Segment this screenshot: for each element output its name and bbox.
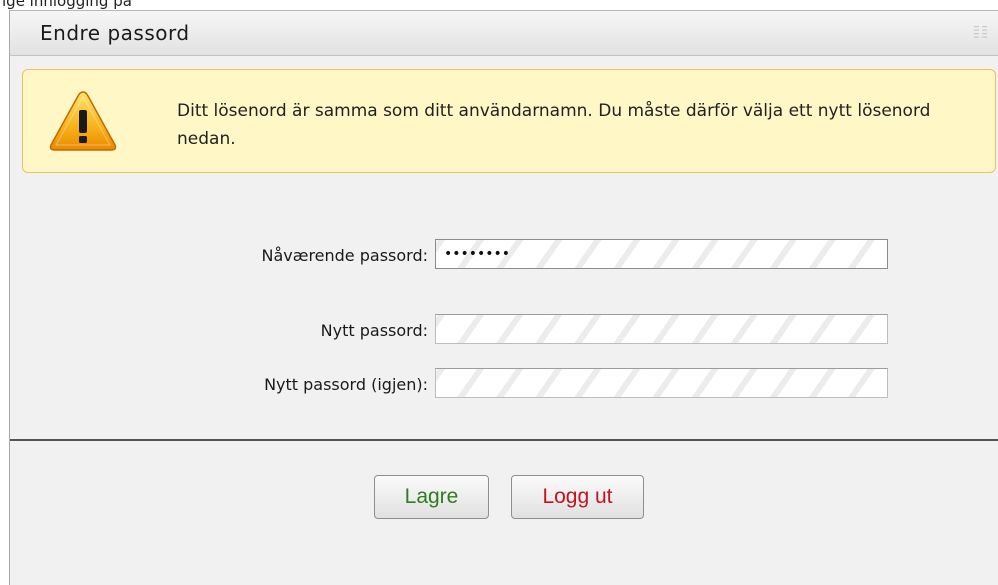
change-password-window: Endre passord Ditt lösenord är samma som… — [9, 10, 998, 585]
clipped-top-text-content: ige innlogging på — [2, 0, 132, 10]
current-password-label: Nåværende passord: — [261, 246, 428, 265]
current-password-input[interactable] — [435, 239, 888, 269]
grip-icon[interactable] — [974, 25, 988, 39]
window-titlebar[interactable]: Endre passord — [10, 11, 998, 56]
new-password-label: Nytt passord: — [320, 321, 428, 340]
clipped-top-text: ige innlogging på — [0, 0, 140, 10]
warning-message: Ditt lösenord är samma som ditt användar… — [177, 101, 931, 149]
new-password-input[interactable] — [435, 314, 888, 344]
confirm-password-label: Nytt passord (igjen): — [264, 375, 428, 394]
confirm-password-input[interactable] — [435, 368, 888, 398]
warning-triangle-icon — [49, 91, 117, 151]
logout-button[interactable]: Logg ut — [511, 475, 644, 519]
window-title: Endre passord — [40, 21, 190, 45]
divider — [10, 439, 998, 441]
save-button[interactable]: Lagre — [374, 475, 489, 519]
warning-box: Ditt lösenord är samma som ditt användar… — [22, 69, 996, 173]
